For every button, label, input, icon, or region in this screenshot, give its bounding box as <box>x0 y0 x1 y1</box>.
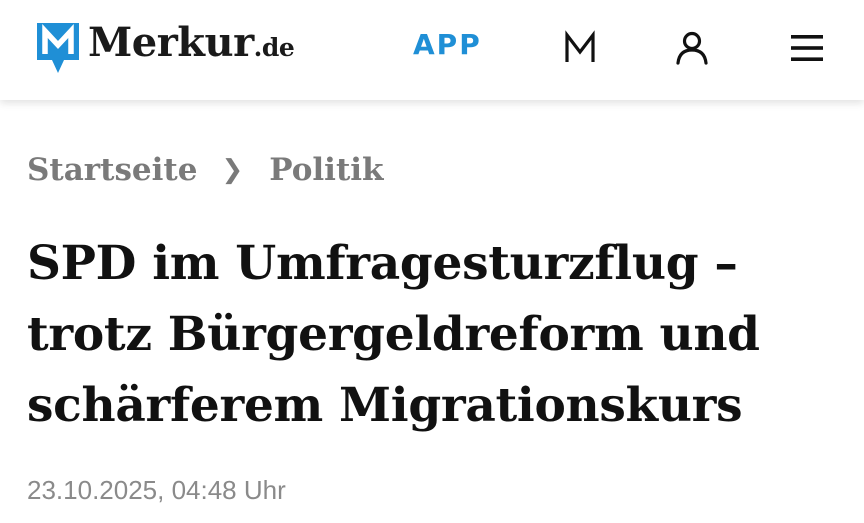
breadcrumb-politik[interactable]: Politik <box>269 152 383 188</box>
breadcrumb: Startseite ❯ Politik <box>27 152 384 188</box>
merkur-m-icon[interactable] <box>560 28 600 68</box>
merkur-logo-icon <box>37 23 79 73</box>
breadcrumb-startseite[interactable]: Startseite <box>27 152 197 188</box>
site-header: Merkur.de APP <box>0 0 864 100</box>
article-date: 23.10.2025, 04:48 Uhr <box>27 475 286 505</box>
app-button[interactable]: APP <box>413 28 482 61</box>
menu-icon[interactable] <box>787 28 827 68</box>
user-icon[interactable] <box>672 28 712 68</box>
logo-tld: .de <box>253 33 295 62</box>
chevron-right-icon: ❯ <box>221 155 244 185</box>
article-headline: SPD im Umfragesturzflug – trotz Bürgerge… <box>27 236 760 433</box>
logo-name: Merkur <box>88 19 254 66</box>
merkur-logo[interactable]: Merkur.de <box>34 19 295 78</box>
logo-wordmark: Merkur.de <box>88 19 295 71</box>
